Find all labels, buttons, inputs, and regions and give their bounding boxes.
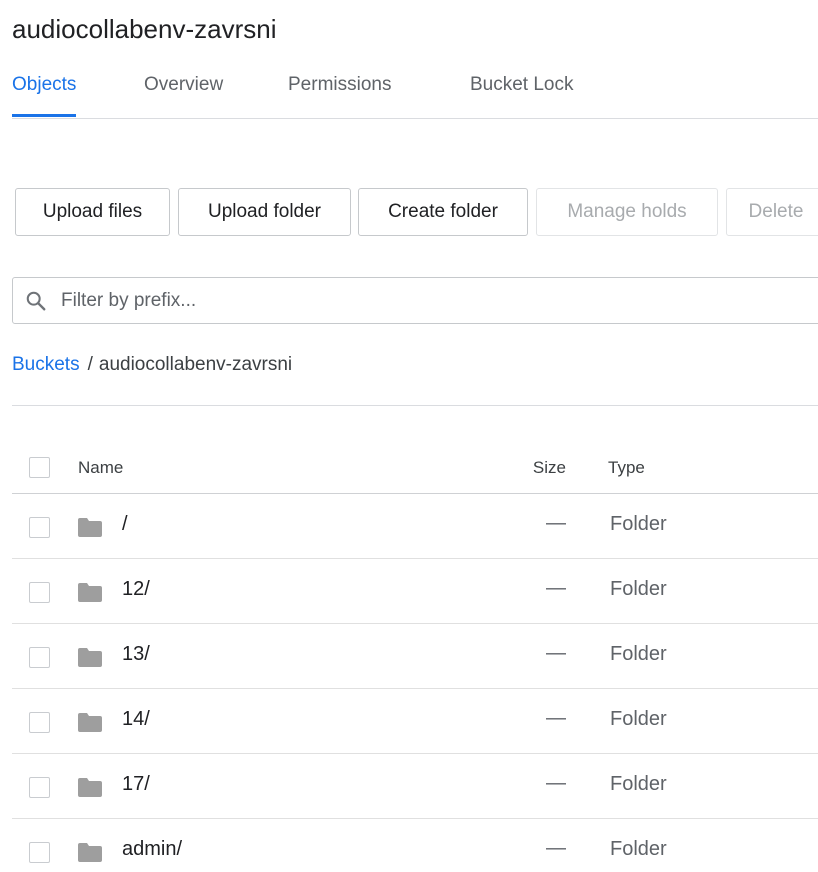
folder-icon bbox=[78, 583, 102, 602]
search-icon bbox=[26, 291, 46, 311]
filter-box bbox=[12, 277, 818, 324]
row-checkbox[interactable] bbox=[29, 647, 50, 668]
table-row[interactable]: / — Folder bbox=[12, 494, 818, 559]
object-name-link[interactable]: 12/ bbox=[122, 578, 150, 601]
row-checkbox[interactable] bbox=[29, 842, 50, 863]
breadcrumb: Buckets / audiocollabenv-zavrsni bbox=[12, 354, 292, 376]
filter-input[interactable] bbox=[61, 278, 801, 323]
folder-icon bbox=[78, 778, 102, 797]
objects-table: Name Size Type / — Folder 12/ — Folder 1… bbox=[12, 438, 818, 872]
object-name-link[interactable]: 17/ bbox=[122, 773, 150, 796]
object-size: — bbox=[546, 837, 566, 859]
object-type: Folder bbox=[610, 773, 667, 795]
upload-folder-button[interactable]: Upload folder bbox=[178, 188, 351, 236]
row-checkbox[interactable] bbox=[29, 582, 50, 603]
tab-permissions[interactable]: Permissions bbox=[288, 70, 391, 118]
table-header-row: Name Size Type bbox=[12, 438, 818, 494]
delete-button[interactable]: Delete bbox=[726, 188, 818, 236]
tab-bar: Objects Overview Permissions Bucket Lock bbox=[12, 70, 818, 119]
object-type: Folder bbox=[610, 838, 667, 860]
page-title: audiocollabenv-zavrsni bbox=[12, 14, 277, 44]
row-checkbox[interactable] bbox=[29, 712, 50, 733]
object-size: — bbox=[546, 577, 566, 599]
column-header-size[interactable]: Size bbox=[533, 458, 566, 478]
divider bbox=[12, 405, 818, 406]
breadcrumb-current: audiocollabenv-zavrsni bbox=[98, 354, 293, 375]
object-type: Folder bbox=[610, 513, 667, 535]
object-size: — bbox=[546, 642, 566, 664]
manage-holds-button[interactable]: Manage holds bbox=[536, 188, 718, 236]
column-header-name[interactable]: Name bbox=[78, 458, 123, 478]
select-all-checkbox[interactable] bbox=[29, 457, 50, 478]
create-folder-button[interactable]: Create folder bbox=[358, 188, 528, 236]
object-size: — bbox=[546, 772, 566, 794]
tab-bucket-lock[interactable]: Bucket Lock bbox=[470, 70, 574, 118]
folder-icon bbox=[78, 518, 102, 537]
object-size: — bbox=[546, 512, 566, 534]
object-size: — bbox=[546, 707, 566, 729]
tab-objects[interactable]: Objects bbox=[12, 70, 77, 118]
breadcrumb-buckets-link[interactable]: Buckets bbox=[12, 354, 80, 375]
breadcrumb-separator: / bbox=[87, 354, 93, 375]
object-type: Folder bbox=[610, 708, 667, 730]
object-name-link[interactable]: admin/ bbox=[122, 838, 182, 861]
row-checkbox[interactable] bbox=[29, 517, 50, 538]
column-header-type[interactable]: Type bbox=[608, 458, 645, 478]
table-row[interactable]: 13/ — Folder bbox=[12, 624, 818, 689]
table-row[interactable]: 14/ — Folder bbox=[12, 689, 818, 754]
row-checkbox[interactable] bbox=[29, 777, 50, 798]
table-row[interactable]: 12/ — Folder bbox=[12, 559, 818, 624]
table-row[interactable]: admin/ — Folder bbox=[12, 819, 818, 872]
folder-icon bbox=[78, 648, 102, 667]
object-name-link[interactable]: 14/ bbox=[122, 708, 150, 731]
tab-overview[interactable]: Overview bbox=[144, 70, 223, 118]
folder-icon bbox=[78, 713, 102, 732]
upload-files-button[interactable]: Upload files bbox=[15, 188, 170, 236]
object-name-link[interactable]: / bbox=[122, 513, 128, 536]
folder-icon bbox=[78, 843, 102, 862]
object-type: Folder bbox=[610, 578, 667, 600]
object-name-link[interactable]: 13/ bbox=[122, 643, 150, 666]
bucket-details-page: audiocollabenv-zavrsni Objects Overview … bbox=[0, 0, 818, 872]
table-row[interactable]: 17/ — Folder bbox=[12, 754, 818, 819]
object-type: Folder bbox=[610, 643, 667, 665]
